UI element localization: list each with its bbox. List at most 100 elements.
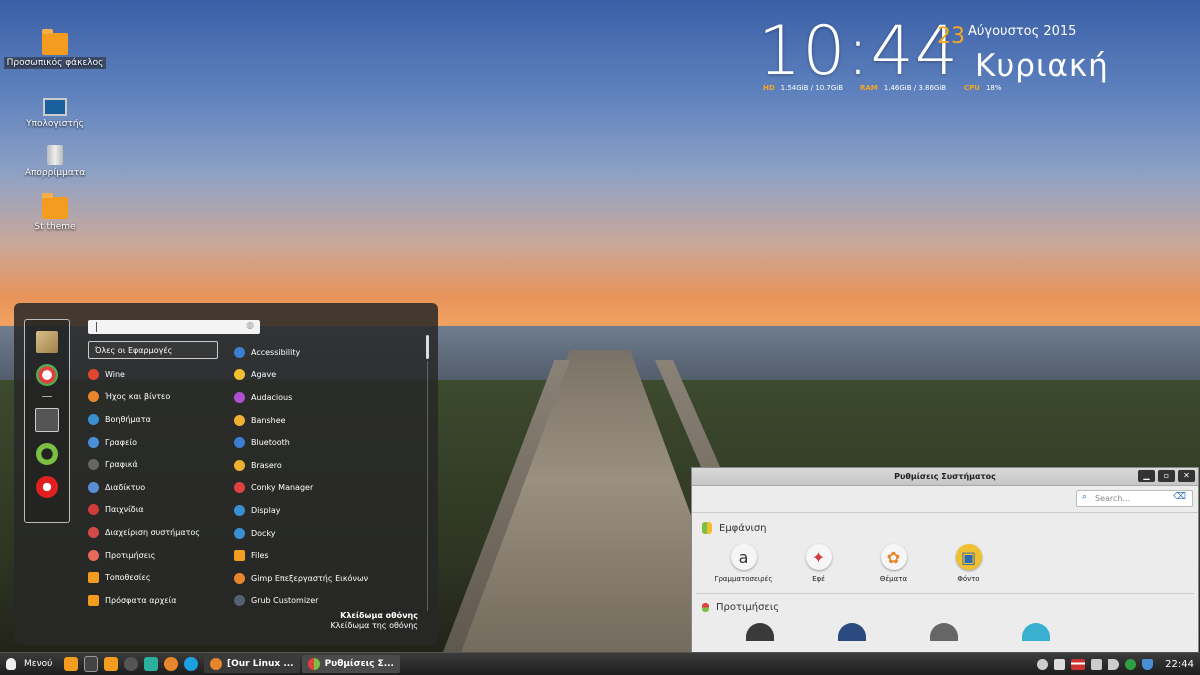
section-preferences: Προτιμήσεις	[692, 602, 1198, 613]
games-icon	[88, 504, 99, 516]
background-picture-icon: ▣	[955, 544, 982, 570]
us-flag-keyboard-icon[interactable]	[1071, 658, 1086, 670]
power-icon[interactable]	[36, 476, 58, 498]
taskbar-item-settings[interactable]: Ρυθμίσεις Σ...	[301, 655, 400, 673]
desktop-icon-st-theme[interactable]: St theme	[0, 193, 110, 232]
audacious-icon	[234, 391, 245, 403]
skype-launcher-icon[interactable]	[184, 657, 198, 671]
volume-icon[interactable]	[1108, 658, 1120, 670]
app-grub-customizer[interactable]: Grub Customizer	[234, 590, 424, 613]
desktop-icon-trash[interactable]: Απορρίμματα	[0, 145, 110, 178]
window-titlebar[interactable]: Ρυθμίσεις Συστήματος ▁ ▫ ✕	[692, 468, 1198, 486]
app-bluetooth[interactable]: Bluetooth	[234, 431, 424, 454]
conky-weekday: Κυριακή	[975, 48, 1109, 84]
hover-description: Κλείδωμα της οθόνης	[330, 621, 418, 630]
search-clear-icon: ◍	[246, 321, 254, 331]
hover-title: Κλείδωμα οθόνης	[340, 611, 418, 620]
office-icon	[88, 436, 99, 448]
display-settings-icon[interactable]	[838, 623, 866, 641]
firefox-launcher-icon[interactable]	[164, 657, 178, 671]
conky-time: 10:44	[758, 12, 959, 91]
screensaver-icon[interactable]	[746, 623, 774, 641]
window-list-icon[interactable]	[1054, 658, 1066, 670]
settings-icon	[307, 658, 320, 670]
lock-screen-icon[interactable]	[35, 408, 59, 432]
app-files[interactable]: Files	[234, 544, 424, 567]
category-sound-video[interactable]: Ήχος και βίντεο	[88, 386, 218, 409]
desktop-icon-computer[interactable]: Υπολογιστής	[0, 94, 110, 129]
category-preferences[interactable]: Προτιμήσεις	[88, 544, 218, 567]
menu-scrollbar-track[interactable]	[427, 361, 428, 611]
home-launcher-icon[interactable]	[64, 657, 78, 671]
system-monitor-icon[interactable]	[144, 657, 158, 671]
taskbar-item-browser[interactable]: [Our Linux ...	[204, 655, 300, 673]
app-accessibility[interactable]: Accessibility	[234, 341, 424, 364]
wine-icon	[88, 368, 99, 380]
network-icon[interactable]	[1091, 658, 1103, 670]
startup-apps-icon[interactable]	[930, 623, 958, 641]
internet-icon	[88, 481, 99, 493]
system-settings-window: Ρυθμίσεις Συστήματος ▁ ▫ ✕ ⌕ Search... ⌫…	[691, 467, 1199, 659]
user-icon[interactable]	[1037, 658, 1049, 670]
places-folder-icon	[88, 572, 99, 584]
shield-icon[interactable]	[1142, 658, 1154, 670]
app-gimp[interactable]: Gimp Επεξεργαστής Εικόνων	[234, 567, 424, 590]
start-menu: ◍ Όλες οι Εφαρμογές Wine Ήχος και βίντεο…	[14, 303, 438, 645]
accessories-icon	[88, 413, 99, 425]
category-games[interactable]: Παιχνίδια	[88, 499, 218, 522]
section-divider	[696, 593, 1194, 594]
graphics-icon	[88, 459, 99, 471]
app-display[interactable]: Display	[234, 499, 424, 522]
category-graphics[interactable]: Γραφικά	[88, 453, 218, 476]
favorites-bar	[24, 319, 70, 523]
app-agave[interactable]: Agave	[234, 364, 424, 387]
firefox-icon	[210, 658, 222, 670]
app-audacious[interactable]: Audacious	[234, 386, 424, 409]
app-banshee[interactable]: Banshee	[234, 409, 424, 432]
category-places[interactable]: Τοποθεσίες	[88, 566, 218, 589]
preferences-section-icon	[702, 603, 709, 612]
grub-customizer-icon	[234, 595, 245, 607]
conky-month-year: Αύγουστος 2015	[968, 24, 1077, 39]
app-docky[interactable]: Docky	[234, 522, 424, 545]
category-accessories[interactable]: Βοηθήματα	[88, 408, 218, 431]
category-administration[interactable]: Διαχείριση συστήματος	[88, 521, 218, 544]
application-list: Accessibility Agave Audacious Banshee Bl…	[234, 341, 424, 612]
minimize-button[interactable]: ▁	[1138, 470, 1155, 482]
file-manager-icon[interactable]	[36, 331, 58, 353]
category-wine[interactable]: Wine	[88, 363, 218, 386]
terminal-launcher-icon[interactable]	[124, 657, 138, 671]
category-list: Όλες οι Εφαρμογές Wine Ήχος και βίντεο Β…	[88, 341, 218, 612]
menu-button[interactable]: Μενού	[0, 658, 64, 670]
desktop-icon-home[interactable]: Προσωπικός φάκελος	[0, 29, 110, 69]
category-recent-files[interactable]: Πρόσφατα αρχεία	[88, 589, 218, 612]
settings-toggle-icon[interactable]	[36, 364, 58, 386]
menu-scrollbar-thumb[interactable]	[426, 335, 429, 359]
updates-check-icon[interactable]	[1125, 658, 1137, 670]
logout-icon[interactable]	[36, 443, 58, 465]
home-folder-icon	[42, 29, 68, 55]
files-launcher-icon[interactable]	[104, 657, 118, 671]
display-icon	[234, 504, 245, 516]
category-internet[interactable]: Διαδίκτυο	[88, 476, 218, 499]
category-all-apps[interactable]: Όλες οι Εφαρμογές	[88, 341, 218, 359]
accessibility-icon	[234, 346, 245, 358]
settings-effects[interactable]: ✦ Εφέ	[781, 544, 856, 583]
administration-icon	[88, 526, 99, 538]
maximize-button[interactable]: ▫	[1158, 470, 1175, 482]
panel-clock[interactable]: 22:44	[1165, 659, 1194, 670]
app-conky-manager[interactable]: Conky Manager	[234, 477, 424, 500]
separator-icon	[84, 656, 98, 672]
close-button[interactable]: ✕	[1178, 470, 1195, 482]
settings-backgrounds[interactable]: ▣ Φόντο	[931, 544, 1006, 583]
privacy-icon[interactable]	[1022, 623, 1050, 641]
category-office[interactable]: Γραφείο	[88, 431, 218, 454]
settings-fonts[interactable]: a Γραμματοσειρές	[706, 544, 781, 583]
clear-search-icon[interactable]: ⌫	[1173, 492, 1186, 502]
app-brasero[interactable]: Brasero	[234, 454, 424, 477]
agave-icon	[234, 369, 245, 381]
brasero-icon	[234, 459, 245, 471]
settings-search-input[interactable]: ⌕ Search... ⌫	[1076, 490, 1193, 507]
settings-themes[interactable]: ✿ Θέματα	[856, 544, 931, 583]
menu-search-input[interactable]: ◍	[88, 320, 260, 334]
